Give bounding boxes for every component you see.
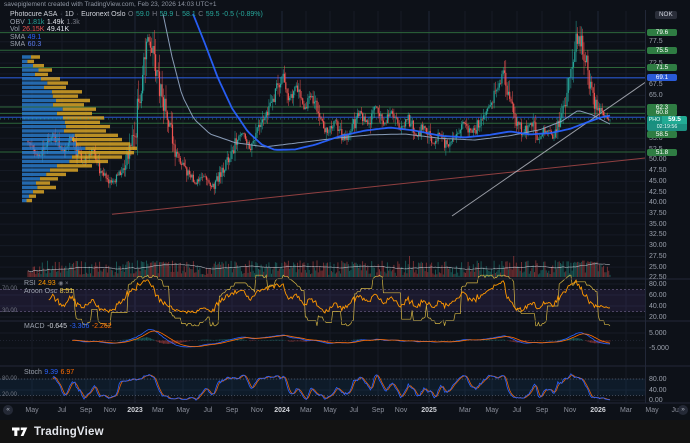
stoch-left-label: 80.00 xyxy=(2,375,18,382)
obv-legend-token: OBV xyxy=(10,18,25,26)
symbol-legend-token: Euronext Oslo xyxy=(81,11,126,18)
obv-legend[interactable]: OBV 1.81k 1.49k 1.3k xyxy=(10,19,82,26)
stoch-legend-token: 6.97 xyxy=(60,368,75,376)
volume-legend-token: 49.41K xyxy=(46,26,70,33)
symbol-tag: PHO xyxy=(647,115,662,124)
footer-bar: TradingView xyxy=(0,420,690,443)
scroll-left-button[interactable]: « xyxy=(3,404,13,415)
symbol-legend-token: · xyxy=(76,11,79,18)
symbol-legend-token: Photocure ASA xyxy=(10,11,58,18)
sma1-legend-token: 49.1 xyxy=(27,33,42,41)
symbol-legend-token: L xyxy=(175,11,180,18)
symbol-legend-token: 59.9 xyxy=(159,11,174,18)
last-price-value: 59.5 xyxy=(668,115,681,123)
rsi-left-label: 30.00 xyxy=(2,308,18,314)
volume-legend-token: 26.15K xyxy=(22,26,45,33)
stoch-legend[interactable]: Stoch 9.39 6.97 xyxy=(24,369,77,376)
tradingview-logo-icon[interactable] xyxy=(12,425,28,438)
sma1-legend[interactable]: SMA 49.1 xyxy=(10,34,44,41)
obv-legend-token: 1.3k xyxy=(66,18,80,26)
price-scale[interactable] xyxy=(645,10,690,403)
symbol-legend-token: C xyxy=(198,11,204,18)
sma1-legend-token: SMA xyxy=(10,33,26,41)
macd-legend[interactable]: MACD -0.645 -3.306 -2.262 xyxy=(24,323,114,330)
stoch-legend-token: Stoch xyxy=(24,368,42,376)
symbol-legend[interactable]: Photocure ASA · 1D · Euronext Oslo O 59.0 H 59.9… xyxy=(10,11,265,18)
more-icon[interactable]: × xyxy=(65,281,69,287)
rsi-legend-token: 24.93 xyxy=(38,280,56,287)
currency-badge: NOK xyxy=(655,10,677,19)
chart-canvas[interactable] xyxy=(0,0,690,443)
scroll-right-button[interactable]: » xyxy=(678,404,688,415)
macd-legend-token: -2.262 xyxy=(91,323,112,330)
aroon-legend[interactable]: Aroon Osc 8.51 xyxy=(24,288,76,295)
tradingview-wordmark[interactable]: TradingView xyxy=(34,426,104,438)
time-scale[interactable] xyxy=(0,403,690,420)
symbol-legend-token: · xyxy=(59,11,63,18)
symbol-legend-token: 58.1 xyxy=(182,11,196,18)
bar-countdown: 02:19:56 xyxy=(647,123,687,131)
screenshot-attribution-bar: savepiglement created with TradingView.c… xyxy=(0,0,690,10)
macd-legend-token: MACD xyxy=(24,323,45,330)
volume-legend[interactable]: Vol 26.15K 49.41K xyxy=(10,26,72,33)
symbol-legend-token: O xyxy=(127,11,134,18)
obv-legend-token: 1.49k xyxy=(46,18,65,26)
eye-icon[interactable]: ◉ xyxy=(58,281,63,287)
rsi-legend-token: RSI xyxy=(24,280,36,287)
macd-legend-token: -0.645 xyxy=(47,323,67,330)
stoch-legend-token: 9.39 xyxy=(44,368,59,376)
sma2-legend-token: SMA xyxy=(10,41,26,48)
attribution-text: savepiglement created with TradingView.c… xyxy=(4,1,217,8)
symbol-legend-token: 59.5 xyxy=(205,11,220,18)
tradingview-chart-window: savepiglement created with TradingView.c… xyxy=(0,0,690,443)
symbol-legend-token: H xyxy=(152,11,158,18)
symbol-legend-token: -0.5 (-0.89%) xyxy=(221,11,263,18)
macd-legend-token: -3.306 xyxy=(69,323,90,330)
current-price-label: PHO 59.5 02:19:56 xyxy=(647,115,687,131)
sma2-legend[interactable]: SMA 60.3 xyxy=(10,41,44,48)
symbol-legend-token: 1D xyxy=(64,11,74,18)
rsi-left-label: 70.00 xyxy=(2,286,18,292)
obv-legend-token: 1.81k xyxy=(27,18,45,26)
stoch-left-label: 20.00 xyxy=(2,392,18,398)
symbol-legend-token: 59.0 xyxy=(135,11,150,18)
aroon-legend-token: Aroon Osc xyxy=(24,287,58,295)
aroon-legend-token: 8.51 xyxy=(59,287,74,295)
volume-legend-token: Vol xyxy=(10,26,20,33)
sma2-legend-token: 60.3 xyxy=(27,41,42,48)
